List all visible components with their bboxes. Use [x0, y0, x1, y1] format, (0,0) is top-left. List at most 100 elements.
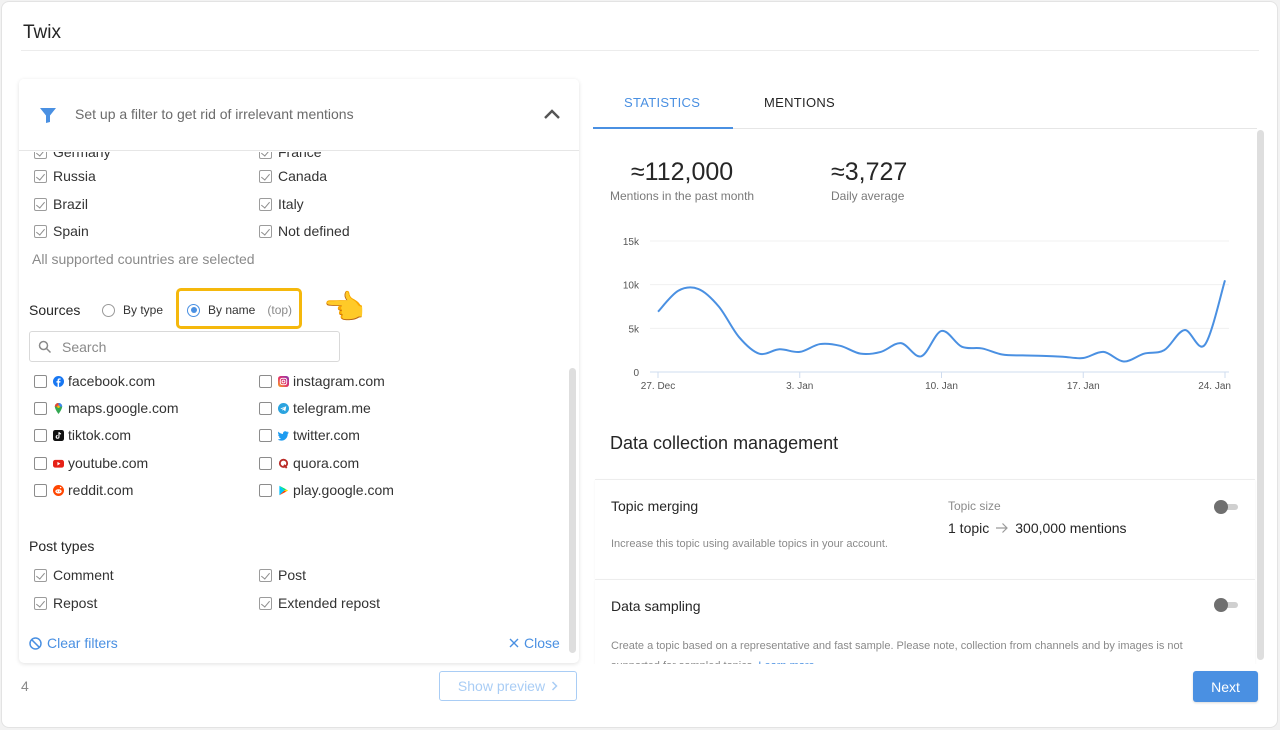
source-instagram[interactable]: instagram.com	[259, 373, 385, 389]
checkbox-checked-icon[interactable]	[34, 224, 47, 238]
stat-label: Daily average	[831, 189, 905, 203]
checkbox-checked-icon[interactable]	[34, 197, 47, 211]
checkbox-icon[interactable]	[34, 456, 47, 470]
country-canada[interactable]: Canada	[259, 168, 327, 184]
filter-header[interactable]: Set up a filter to get rid of irrelevant…	[19, 79, 579, 151]
radio-by-type[interactable]: By type	[102, 303, 163, 317]
next-button[interactable]: Next	[1193, 671, 1258, 702]
source-reddit[interactable]: reddit.com	[34, 482, 133, 498]
checkbox-checked-icon[interactable]	[34, 596, 47, 610]
data-sampling-toggle[interactable]	[1214, 598, 1240, 612]
close-filter-button[interactable]: Close	[509, 635, 560, 651]
topic-merging-card: Topic merging Increase this topic using …	[595, 479, 1255, 579]
stat-label: Mentions in the past month	[610, 189, 755, 203]
checkbox-checked-icon[interactable]	[259, 197, 272, 211]
topic-size-value: 1 topic 300,000 mentions	[948, 520, 1127, 536]
statistics-scrollbar[interactable]	[1257, 130, 1264, 660]
x-tick-label: 27. Dec	[641, 381, 675, 392]
learn-more-link[interactable]: Learn more	[758, 660, 814, 664]
checkbox-icon[interactable]	[259, 401, 272, 415]
search-field[interactable]	[62, 338, 322, 355]
post-type-label: Post	[278, 567, 307, 583]
country-france[interactable]: France	[259, 152, 322, 160]
checkbox-icon[interactable]	[34, 483, 47, 497]
show-preview-button[interactable]: Show preview	[439, 671, 577, 701]
clear-filters-button[interactable]: Clear filters	[29, 635, 118, 651]
checkbox-checked-icon[interactable]	[259, 224, 272, 238]
mentions-line-chart: 0 5k 10k 15k 27. Dec 3. Jan 10. Jan 17. Jan 24. …	[623, 237, 1231, 392]
radio-suffix: (top)	[267, 303, 293, 317]
tab-mentions[interactable]: MENTIONS	[764, 95, 835, 110]
topic-merging-toggle[interactable]	[1214, 500, 1240, 514]
source-facebook[interactable]: facebook.com	[34, 373, 155, 389]
y-tick-label: 5k	[628, 324, 640, 335]
checkbox-icon[interactable]	[34, 374, 47, 388]
source-label: telegram.me	[293, 400, 371, 416]
checkbox-checked-icon[interactable]	[259, 596, 272, 610]
country-brazil[interactable]: Brazil	[34, 196, 88, 212]
source-search-input[interactable]	[29, 331, 340, 362]
checkbox-checked-icon[interactable]	[259, 152, 272, 159]
tab-bar: STATISTICS MENTIONS	[593, 85, 1257, 129]
country-label: Brazil	[53, 196, 89, 212]
checkbox-checked-icon[interactable]	[259, 568, 272, 582]
checkbox-icon[interactable]	[259, 428, 272, 442]
x-tick-label: 17. Jan	[1067, 381, 1100, 392]
stat-mentions-month: ≈112,000 Mentions in the past month	[610, 158, 754, 203]
checkbox-checked-icon[interactable]	[34, 568, 47, 582]
source-maps-google[interactable]: maps.google.com	[34, 400, 179, 416]
source-play-google[interactable]: play.google.com	[259, 482, 394, 498]
clear-icon	[29, 636, 42, 650]
country-italy[interactable]: Italy	[259, 196, 304, 212]
post-type-post[interactable]: Post	[259, 567, 306, 583]
source-telegram[interactable]: telegram.me	[259, 400, 371, 416]
chevron-right-icon	[552, 681, 558, 691]
checkbox-checked-icon[interactable]	[259, 169, 272, 183]
quora-icon	[278, 458, 289, 469]
chevron-up-icon[interactable]	[543, 107, 561, 121]
checkbox-icon[interactable]	[34, 428, 47, 442]
tab-statistics[interactable]: STATISTICS	[624, 95, 700, 110]
post-type-extended-repost[interactable]: Extended repost	[259, 595, 380, 611]
post-type-label: Comment	[53, 567, 114, 583]
post-type-comment[interactable]: Comment	[34, 567, 114, 583]
stat-daily-average: ≈3,727 Daily average	[831, 158, 907, 203]
source-youtube[interactable]: youtube.com	[34, 455, 148, 471]
reddit-icon	[53, 484, 64, 496]
y-tick-label: 10k	[623, 281, 640, 292]
checkbox-checked-icon[interactable]	[34, 169, 47, 183]
statistics-pane: ≈112,000 Mentions in the past month ≈3,7…	[593, 129, 1257, 664]
checkbox-icon[interactable]	[259, 483, 272, 497]
youtube-icon	[53, 459, 64, 468]
radio-unselected-icon[interactable]	[102, 303, 115, 317]
country-germany[interactable]: Germany	[34, 152, 111, 160]
pointing-hand-icon: 👉	[324, 289, 367, 327]
country-spain[interactable]: Spain	[34, 223, 89, 239]
checkbox-icon[interactable]	[259, 456, 272, 470]
x-tick-label: 3. Jan	[786, 381, 813, 392]
radio-by-name[interactable]: By name (top)	[187, 303, 292, 317]
country-russia[interactable]: Russia	[34, 168, 96, 184]
checkbox-checked-icon[interactable]	[34, 152, 47, 159]
country-label: Germany	[53, 152, 111, 160]
y-tick-label: 15k	[623, 237, 640, 248]
arrow-right-icon	[996, 523, 1009, 533]
checkbox-icon[interactable]	[259, 374, 272, 388]
source-label: facebook.com	[68, 373, 156, 389]
country-label: Canada	[278, 168, 328, 184]
country-not-defined[interactable]: Not defined	[259, 223, 350, 239]
telegram-icon	[278, 402, 289, 414]
country-label: Spain	[53, 223, 89, 239]
data-sampling-text: Create a topic based on a representative…	[611, 640, 1183, 664]
filter-body: Germany France Russia Canada Brazil Ital…	[19, 152, 567, 663]
radio-selected-icon[interactable]	[187, 303, 200, 317]
post-type-repost[interactable]: Repost	[34, 595, 97, 611]
filter-icon	[40, 108, 56, 123]
source-tiktok[interactable]: tiktok.com	[34, 427, 131, 443]
source-label: quora.com	[293, 455, 360, 471]
source-twitter[interactable]: twitter.com	[259, 427, 360, 443]
source-quora[interactable]: quora.com	[259, 455, 359, 471]
checkbox-icon[interactable]	[34, 401, 47, 415]
filter-scrollbar[interactable]	[569, 368, 576, 653]
x-tick-label: 10. Jan	[925, 381, 958, 392]
